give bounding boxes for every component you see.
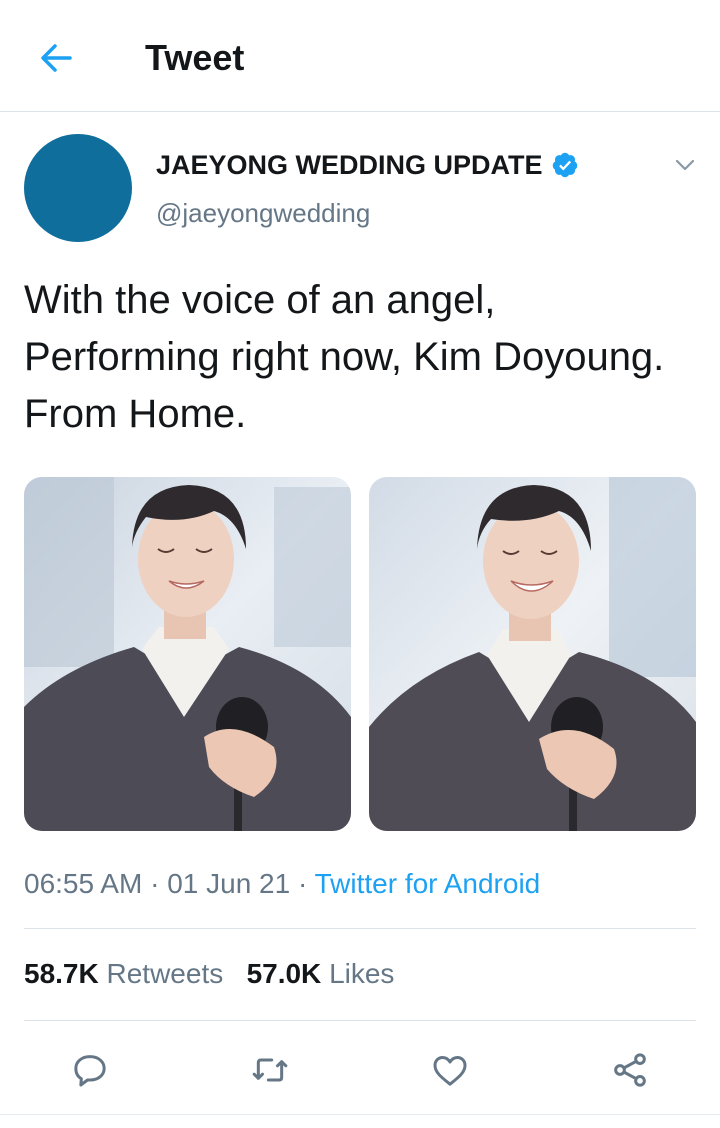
reply-button[interactable] (66, 1046, 114, 1094)
retweets-label: Retweets (106, 958, 224, 989)
tweet-text: With the voice of an angel, Performing r… (24, 278, 665, 436)
tweet-action-bar (0, 1040, 720, 1100)
verified-badge-icon (552, 152, 577, 178)
likes-stat[interactable]: 57.0K Likes (247, 958, 395, 989)
tweet-date: 01 Jun 21 (167, 868, 291, 899)
reply-icon (74, 1055, 106, 1087)
retweet-icon (252, 1058, 288, 1082)
retweets-count: 58.7K (24, 958, 99, 989)
like-icon (433, 1056, 467, 1086)
author-name-text: JAEYONG WEDDING UPDATE (156, 150, 543, 180)
tweet-source-link[interactable]: Twitter for Android (315, 868, 541, 899)
photo-1-image (24, 477, 351, 831)
author-handle[interactable]: @jaeyongwedding (156, 197, 370, 229)
tweet-stats: 58.7K Retweets 57.0K Likes (24, 956, 394, 992)
back-button[interactable] (28, 30, 84, 86)
retweet-button[interactable] (246, 1046, 294, 1094)
divider (24, 928, 696, 929)
divider (24, 1020, 696, 1021)
meta-separator: · (297, 868, 308, 899)
retweets-stat[interactable]: 58.7K Retweets (24, 958, 231, 989)
tweet-time: 06:55 AM (24, 868, 143, 899)
share-icon (614, 1053, 646, 1087)
page-title: Tweet (145, 37, 245, 78)
share-button[interactable] (606, 1046, 654, 1094)
chevron-down-icon (675, 159, 695, 171)
tweet-metadata: 06:55 AM · 01 Jun 21 · Twitter for Andro… (24, 866, 540, 902)
divider (0, 1114, 720, 1115)
author-display-name[interactable]: JAEYONG WEDDING UPDATE (156, 148, 579, 182)
tweet-photo-1[interactable] (24, 477, 351, 831)
tweet-photo-2[interactable] (369, 477, 696, 831)
arrow-left-icon (41, 44, 72, 72)
likes-label: Likes (329, 958, 395, 989)
top-app-bar: Tweet (0, 0, 720, 112)
avatar[interactable] (24, 134, 132, 242)
more-options-button[interactable] (666, 146, 704, 184)
meta-separator: · (150, 868, 160, 899)
photo-2-image (369, 477, 696, 831)
like-button[interactable] (426, 1046, 474, 1094)
likes-count: 57.0K (246, 958, 322, 989)
